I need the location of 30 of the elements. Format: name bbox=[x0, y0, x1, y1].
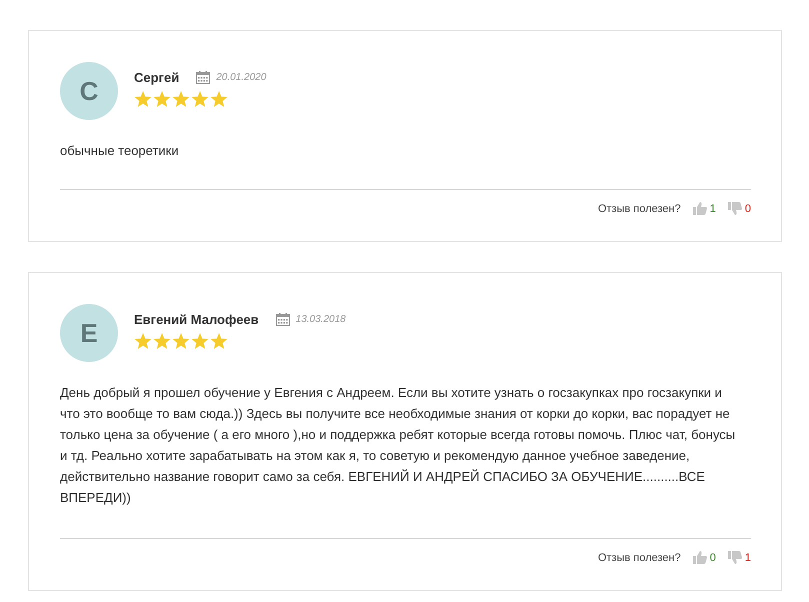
helpful-label: Отзыв полезен? bbox=[598, 202, 681, 214]
reviewer-name: Сергей bbox=[134, 70, 180, 85]
thumbs-down-icon bbox=[728, 551, 742, 564]
review-text: обычные теоретики bbox=[60, 142, 180, 160]
thumbs-down-icon bbox=[728, 202, 742, 215]
star-icon bbox=[210, 91, 228, 108]
dislike-button[interactable]: 1 bbox=[728, 551, 751, 564]
avatar: С bbox=[60, 62, 118, 120]
star-icon bbox=[191, 333, 209, 350]
star-icon bbox=[191, 91, 209, 108]
star-icon bbox=[153, 333, 171, 350]
review-date: 20.01.2020 bbox=[216, 72, 266, 83]
star-icon bbox=[134, 91, 152, 108]
helpful-label: Отзыв полезен? bbox=[598, 552, 681, 564]
star-icon bbox=[153, 91, 171, 108]
dislike-button[interactable]: 0 bbox=[728, 202, 751, 215]
thumbs-up-icon bbox=[692, 202, 707, 215]
avatar: Е bbox=[60, 304, 118, 362]
reviewer-name: Евгений Малофеев bbox=[134, 312, 259, 327]
calendar-icon bbox=[196, 71, 210, 84]
review-date: 13.03.2018 bbox=[296, 314, 346, 325]
like-button[interactable]: 0 bbox=[692, 551, 716, 564]
calendar-icon bbox=[276, 313, 290, 326]
star-icon bbox=[172, 333, 190, 350]
thumbs-up-icon bbox=[692, 551, 707, 564]
star-icon bbox=[210, 333, 228, 350]
like-button[interactable]: 1 bbox=[692, 202, 716, 215]
star-icon bbox=[134, 333, 152, 350]
star-icon bbox=[172, 91, 190, 108]
review-text: День добрый я прошел обучение у Евгения с Андреем. Если вы хотите узнать о госзакупках про госзакупки и что это вообще то вам сюда.)) Здесь вы получите все необходимые знания от корки до корки, вас порадует не только цена за обучение ( а его много ),но и поддержка ребят которые всегда готовы помочь. Плюс чат, бонусы и тд. Реально хотите зарабатывать на этом как я, то советую и рекомендую данное учебное заведение, действительно название говорит само за себя. ЕВГЕНИЙ И АНДРЕЙ СПАСИБО ЗА ОБУЧЕНИЕ..........ВСЕ ВПЕРЕДИ)) bbox=[60, 384, 736, 507]
